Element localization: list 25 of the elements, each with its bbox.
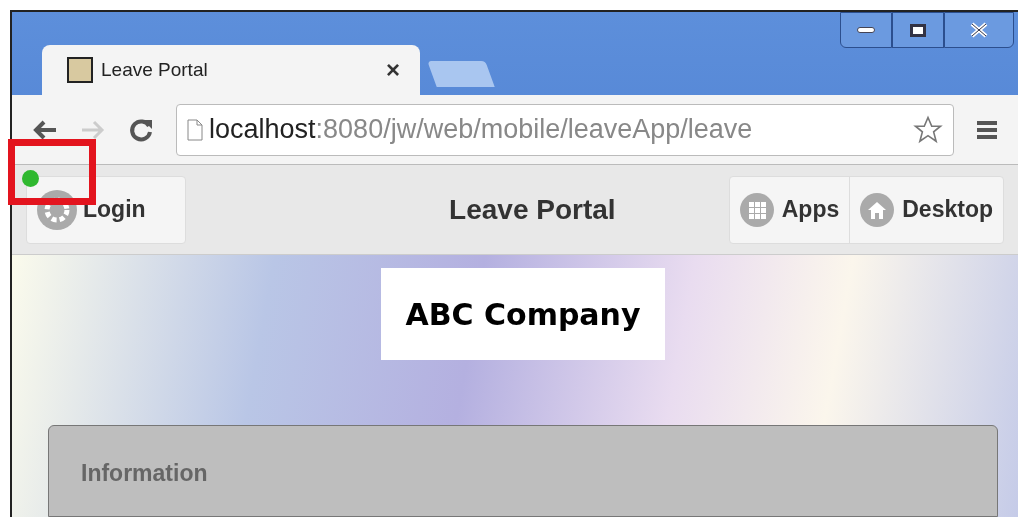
reload-icon[interactable] <box>128 116 154 143</box>
logo-text: ABC Company <box>405 295 641 334</box>
close-icon <box>970 22 988 38</box>
tab-close-button[interactable]: × <box>386 52 400 88</box>
back-arrow-icon[interactable] <box>32 118 58 141</box>
url-text: localhost:8080/jw/web/mobile/leaveApp/leave <box>209 113 754 147</box>
address-bar[interactable]: localhost:8080/jw/web/mobile/leaveApp/leave <box>176 103 954 156</box>
panel-title: Information <box>81 460 208 486</box>
app-title: Leave Portal <box>448 192 616 227</box>
login-button[interactable]: Login <box>26 175 186 244</box>
favicon-icon <box>67 57 93 83</box>
tab-title: Leave Portal <box>101 57 208 82</box>
close-window-button[interactable] <box>944 12 1014 48</box>
nav-button[interactable]: Desktop <box>849 176 1003 243</box>
home-icon <box>860 192 895 227</box>
settings-icon <box>37 189 77 230</box>
minimize-button[interactable] <box>840 12 892 48</box>
page-icon <box>187 118 203 141</box>
maximize-button[interactable] <box>892 12 944 48</box>
star-icon[interactable] <box>913 114 943 145</box>
nav-button[interactable]: Apps <box>729 176 850 243</box>
browser-tab[interactable]: Leave Portal × <box>42 45 420 95</box>
grid-icon <box>739 192 774 227</box>
forward-arrow-icon[interactable] <box>80 118 106 141</box>
menu-icon[interactable] <box>976 118 998 141</box>
